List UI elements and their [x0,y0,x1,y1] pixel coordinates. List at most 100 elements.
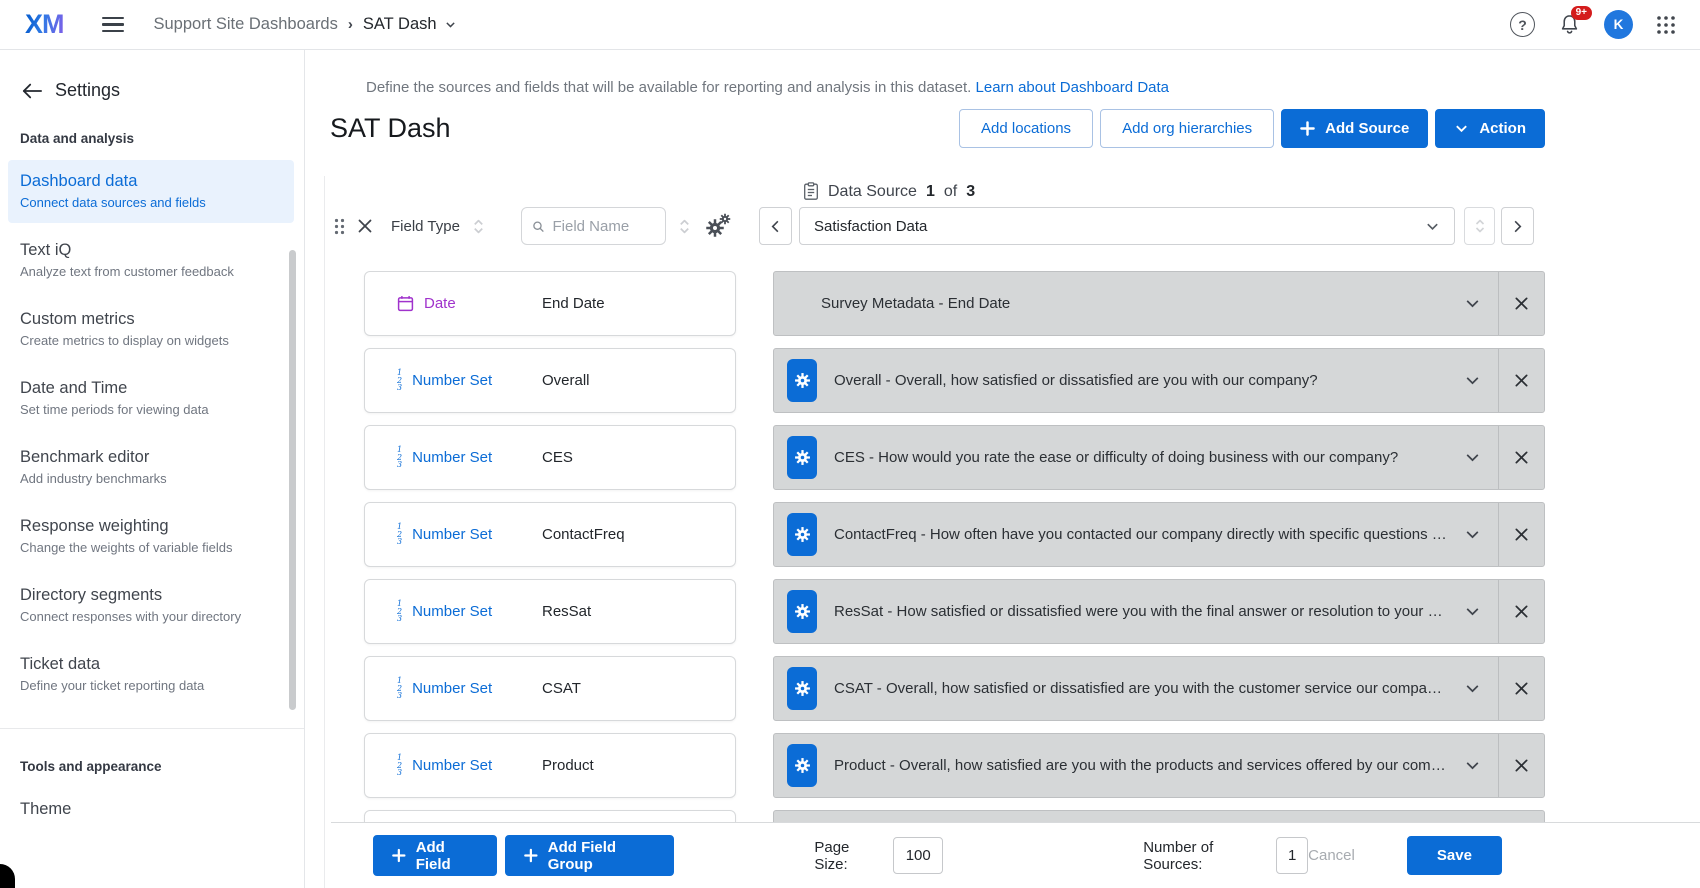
plus-icon [524,848,538,863]
sidebar-item-title: Custom metrics [20,309,282,330]
number-set-icon: 1 2 3 [397,754,402,777]
sidebar-item-response-weighting[interactable]: Response weighting Change the weights of… [8,505,294,568]
survey-clipboard-icon [803,182,819,201]
chevron-left-icon [768,219,783,234]
field-mapping-row [773,810,1545,822]
add-org-hierarchies-button[interactable]: Add org hierarchies [1100,109,1274,148]
sidebar-item-date-and-time[interactable]: Date and Time Set time periods for viewi… [8,367,294,430]
hamburger-menu-icon[interactable] [102,17,124,32]
add-field-label: Add Field [416,839,478,873]
remove-mapping-icon[interactable] [1498,503,1544,566]
help-icon[interactable]: ? [1510,12,1535,37]
remove-mapping-icon[interactable] [1498,426,1544,489]
add-locations-button[interactable]: Add locations [959,109,1093,148]
add-source-label: Add Source [1325,120,1409,137]
mapping-settings-gear-icon[interactable] [787,744,817,787]
back-to-settings-button[interactable]: Settings [0,50,304,101]
sidebar-item-ticket-data[interactable]: Ticket data Define your ticket reporting… [8,643,294,706]
avatar[interactable]: K [1604,10,1633,39]
mapping-settings-gear-icon[interactable] [787,667,817,710]
sidebar-item-title: Text iQ [20,240,282,261]
cancel-button[interactable]: Cancel [1308,847,1355,864]
field-card[interactable]: Date End Date [364,271,736,336]
calendar-icon [397,295,414,312]
sidebar-item-title: Directory segments [20,585,282,606]
next-source-button[interactable] [1501,207,1534,245]
field-name: ResSat [542,603,591,620]
action-dropdown-button[interactable]: Action [1435,109,1545,148]
field-card[interactable] [364,810,736,822]
mapping-settings-gear-icon[interactable] [787,590,817,633]
action-label: Action [1479,120,1526,137]
top-right-actions: ? 9+ K [1510,10,1676,39]
sidebar-item-benchmark-editor[interactable]: Benchmark editor Add industry benchmarks [8,436,294,499]
remove-mapping-icon[interactable] [1498,657,1544,720]
field-card[interactable]: 1 2 3 Number Set ContactFreq [364,502,736,567]
sidebar-item-subtitle: Define your ticket reporting data [20,677,282,695]
expand-mapping-chevron-icon[interactable] [1464,372,1481,389]
field-row-ces: 1 2 3 Number Set CES CES - How would you… [331,425,1545,490]
sidebar-item-text-iq[interactable]: Text iQ Analyze text from customer feedb… [8,229,294,292]
app-grid-icon[interactable] [1656,15,1676,35]
xm-logo[interactable]: XM [25,9,64,40]
remove-mapping-icon[interactable] [1498,349,1544,412]
drag-handle-icon[interactable] [334,218,345,235]
field-card[interactable]: 1 2 3 Number Set Product [364,733,736,798]
field-name: End Date [542,295,605,312]
previous-source-button[interactable] [759,207,792,245]
sidebar-item-subtitle: Connect data sources and fields [20,194,282,212]
field-name-search[interactable] [521,207,666,245]
field-card[interactable]: 1 2 3 Number Set Overall [364,348,736,413]
clear-field-filter-icon[interactable] [357,218,373,234]
expand-mapping-chevron-icon[interactable] [1464,757,1481,774]
mapping-settings-gear-icon[interactable] [787,513,817,556]
field-card[interactable]: 1 2 3 Number Set ResSat [364,579,736,644]
sidebar-item-subtitle: Add industry benchmarks [20,470,282,488]
section-title-tools-appearance: Tools and appearance [0,729,304,788]
sidebar-scrollbar[interactable] [289,250,296,710]
dashboard-data-panel: Field Type [324,176,1700,888]
field-name-search-input[interactable] [553,218,656,235]
section-title-data-analysis: Data and analysis [0,101,304,160]
sidebar-item-dashboard-data[interactable]: Dashboard data Connect data sources and … [8,160,294,223]
help-glyph: ? [1518,17,1527,33]
field-type-label: Number Set [412,603,492,620]
field-type-sort-icon[interactable] [472,218,485,235]
expand-mapping-chevron-icon[interactable] [1464,449,1481,466]
mapping-settings-gear-icon[interactable] [787,436,817,479]
mapping-settings-gear-icon[interactable] [787,359,817,402]
source-reorder-stepper[interactable] [1464,207,1495,245]
field-settings-gears-icon[interactable] [705,213,731,239]
sidebar-item-directory-segments[interactable]: Directory segments Connect responses wit… [8,574,294,637]
field-name-sort-icon[interactable] [678,218,691,235]
remove-mapping-icon[interactable] [1498,734,1544,797]
sidebar-item-title: Theme [20,799,282,820]
number-of-sources-input[interactable] [1276,837,1308,874]
page-size-input[interactable] [893,837,943,874]
sidebar-item-theme[interactable]: Theme [8,788,294,831]
sidebar-item-subtitle: Create metrics to display on widgets [20,332,282,350]
add-source-button[interactable]: Add Source [1281,109,1428,148]
notifications-bell-icon[interactable]: 9+ [1558,13,1581,36]
expand-mapping-chevron-icon[interactable] [1464,526,1481,543]
expand-mapping-chevron-icon[interactable] [1464,680,1481,697]
remove-mapping-icon[interactable] [1498,580,1544,643]
mapping-text: Survey Metadata - End Date [821,295,1447,312]
remove-mapping-icon[interactable] [1498,272,1544,335]
add-field-group-label: Add Field Group [548,839,656,873]
breadcrumb-parent[interactable]: Support Site Dashboards [154,15,338,34]
mapping-text: CSAT - Overall, how satisfied or dissati… [834,680,1447,697]
add-field-button[interactable]: Add Field [373,835,497,876]
field-card[interactable]: 1 2 3 Number Set CSAT [364,656,736,721]
expand-mapping-chevron-icon[interactable] [1464,295,1481,312]
field-card[interactable]: 1 2 3 Number Set CES [364,425,736,490]
page-title: SAT Dash [330,113,451,144]
sidebar-item-custom-metrics[interactable]: Custom metrics Create metrics to display… [8,298,294,361]
field-row-partial [331,810,1545,822]
breadcrumb-current-dropdown[interactable]: SAT Dash [363,15,457,34]
expand-mapping-chevron-icon[interactable] [1464,603,1481,620]
data-source-dropdown[interactable]: Satisfaction Data [799,207,1455,245]
learn-about-dashboard-data-link[interactable]: Learn about Dashboard Data [976,79,1169,96]
add-field-group-button[interactable]: Add Field Group [505,835,674,876]
save-button[interactable]: Save [1407,836,1502,875]
